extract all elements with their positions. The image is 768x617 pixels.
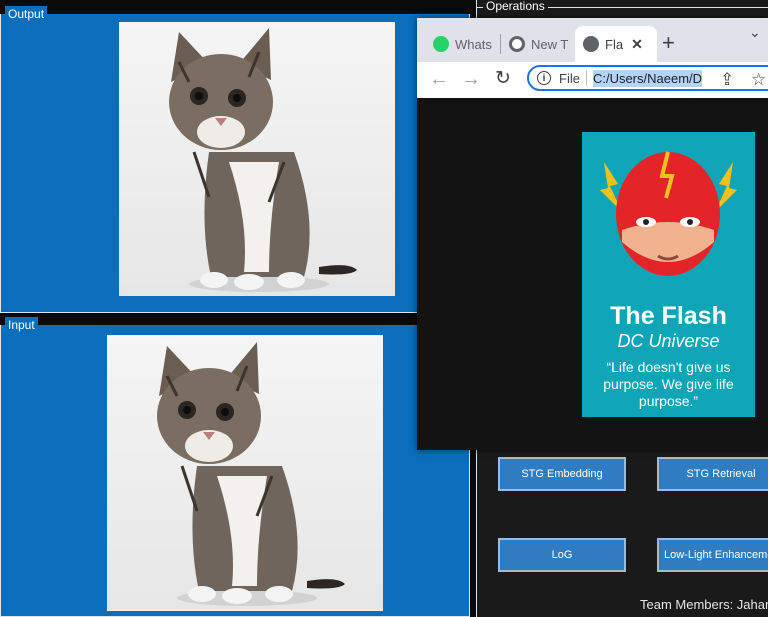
log-button[interactable]: LoG — [498, 538, 626, 572]
info-icon[interactable]: i — [537, 71, 551, 85]
whatsapp-icon — [433, 36, 449, 52]
browser-window: Whats New T Fla ✕ + ⌄ ← → ↻ i File C:/Us… — [417, 18, 768, 450]
tab-label: New T — [531, 36, 569, 52]
stg-embedding-button[interactable]: STG Embedding — [498, 457, 626, 491]
address-scheme: File — [559, 70, 580, 86]
close-tab-icon[interactable]: ✕ — [631, 36, 643, 53]
poster-title: The Flash — [610, 302, 727, 330]
output-image — [119, 22, 395, 296]
team-members-text: Team Members: Jahan — [640, 597, 768, 612]
back-icon[interactable]: ← — [429, 68, 449, 90]
stg-retrieval-button[interactable]: STG Retrieval — [657, 457, 768, 491]
tab-label: Whats — [455, 36, 492, 52]
flash-mask-illustration — [600, 151, 737, 276]
tab-whatsapp[interactable]: Whats — [425, 26, 509, 62]
output-label: Output — [5, 6, 48, 22]
chrome-icon — [509, 36, 525, 52]
image-panels: Output Input — [0, 0, 476, 617]
input-group: Input — [0, 317, 470, 617]
cat-photo-input — [107, 336, 383, 610]
tab-flash[interactable]: Fla ✕ — [575, 26, 657, 62]
chevron-down-icon[interactable]: ⌄ — [749, 24, 761, 41]
address-url[interactable]: C:/Users/Naeem/D — [592, 69, 703, 87]
low-light-enhancement-button[interactable]: Low-Light Enhancement — [657, 538, 768, 572]
input-label: Input — [5, 317, 38, 333]
new-tab-button[interactable]: + — [662, 32, 675, 54]
bookmark-star-icon[interactable]: ☆ — [751, 70, 766, 90]
operations-label: Operations — [483, 0, 548, 13]
tab-new-tab[interactable]: New T — [501, 26, 581, 62]
share-icon[interactable]: ⇪ — [720, 70, 734, 90]
address-divider — [585, 70, 587, 86]
output-group: Output — [0, 6, 470, 313]
poster-quote: “Life doesn't give us purpose. We give l… — [603, 359, 734, 409]
input-image — [107, 335, 383, 611]
poster-subtitle: DC Universe — [617, 331, 720, 351]
page-viewport: The Flash DC Universe “Life doesn't give… — [417, 98, 768, 450]
cat-photo-output — [119, 22, 395, 296]
reload-icon[interactable]: ↻ — [495, 68, 511, 90]
tab-strip: Whats New T Fla ✕ + ⌄ — [417, 18, 768, 62]
tab-label: Fla — [605, 36, 624, 52]
flash-poster: The Flash DC Universe “Life doesn't give… — [582, 132, 755, 417]
forward-icon[interactable]: → — [461, 68, 481, 90]
browser-toolbar: ← → ↻ i File C:/Users/Naeem/D ⇪ ☆ — [417, 62, 768, 98]
globe-icon — [583, 36, 599, 52]
